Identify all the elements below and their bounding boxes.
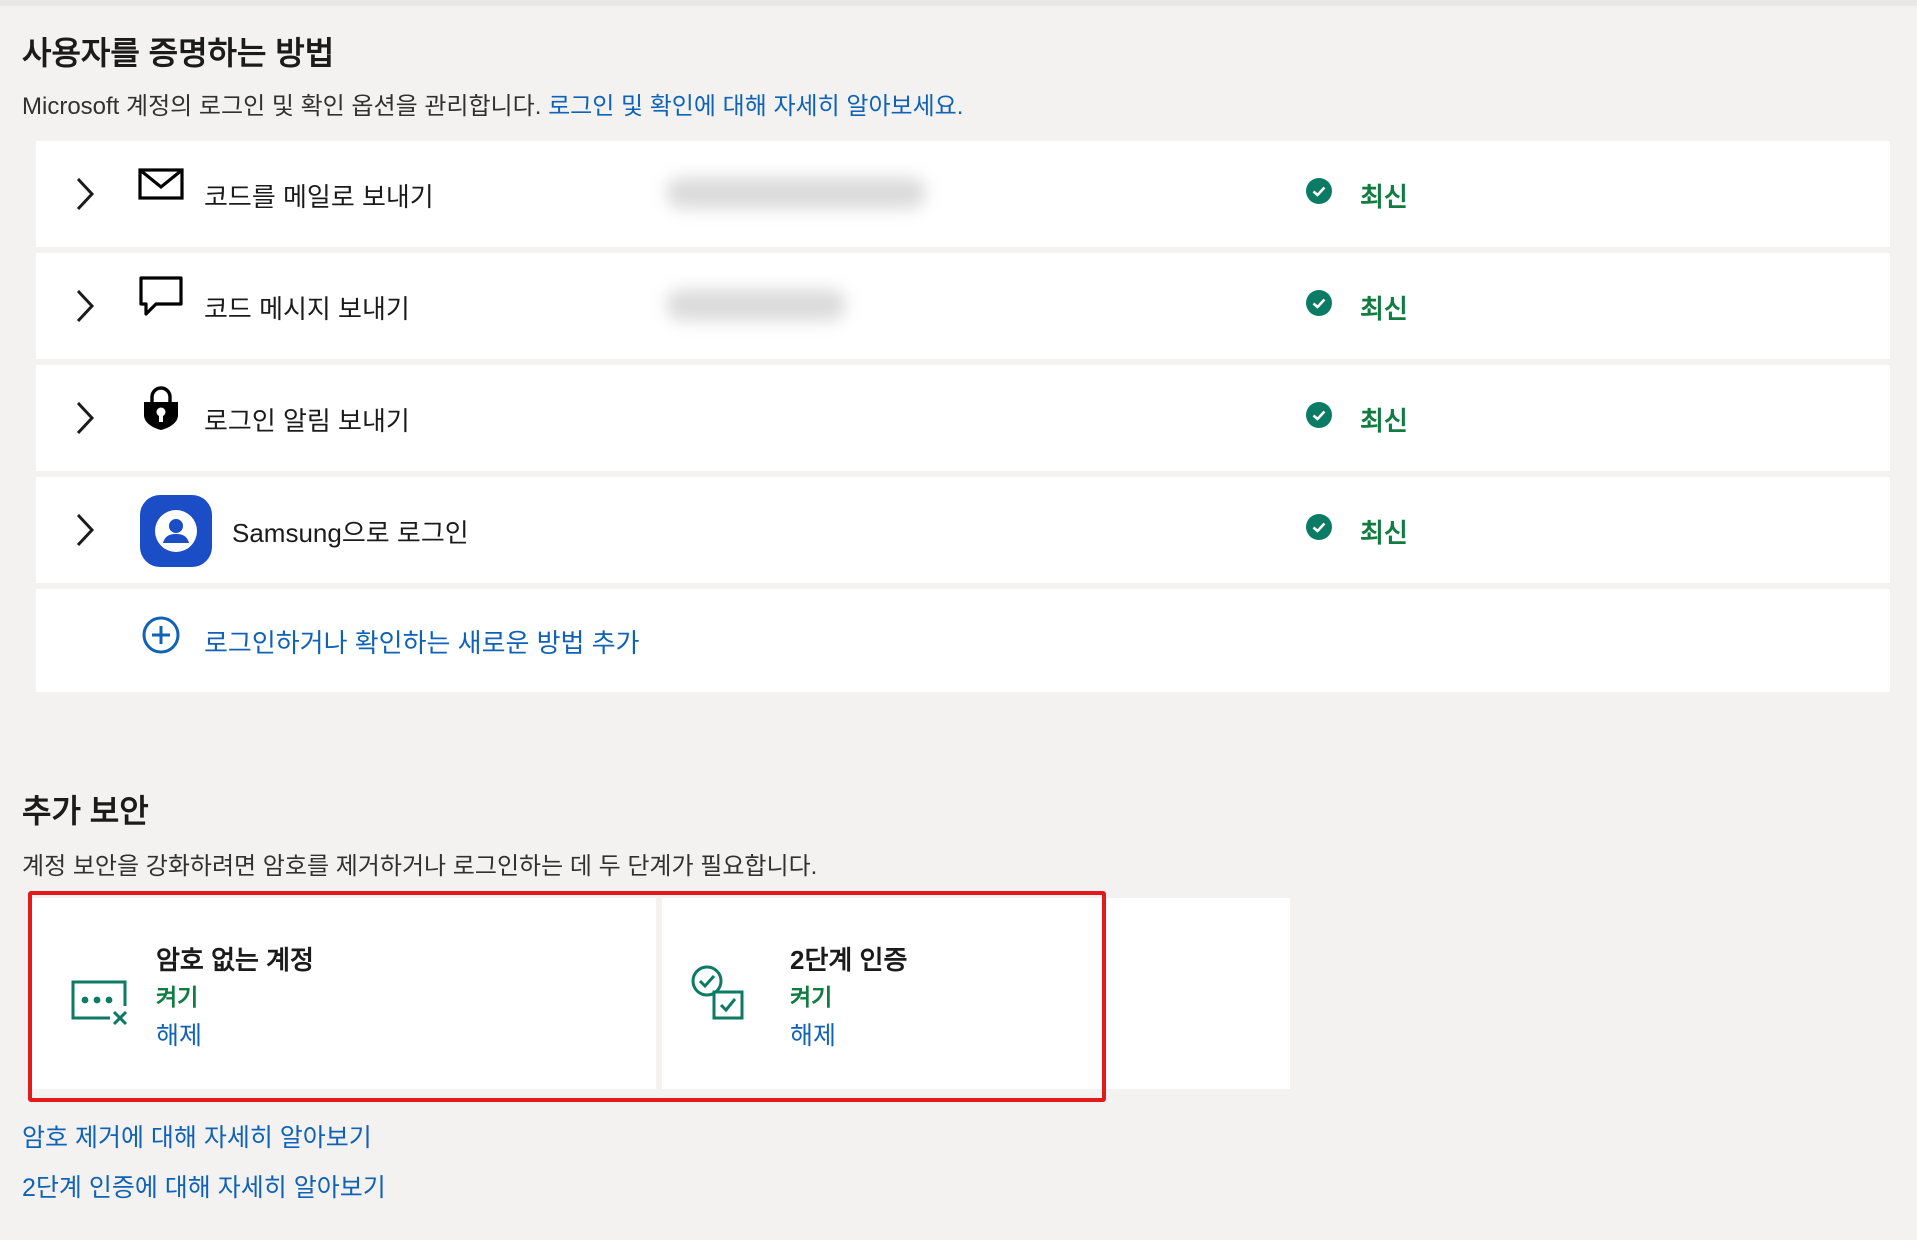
method-label-email: 코드를 메일로 보내기 bbox=[204, 182, 434, 212]
check-circle-icon bbox=[1306, 178, 1332, 204]
card-state-two-step-verification: 켜기 bbox=[790, 984, 833, 1010]
card-two-step-verification: 2단계 인증 켜기 해제 bbox=[662, 898, 1290, 1089]
chevron-right-icon[interactable] bbox=[72, 511, 96, 549]
method-row-sms[interactable]: 코드 메시지 보내기 최신 bbox=[36, 253, 1890, 359]
passwordless-icon bbox=[71, 980, 128, 1026]
add-circle-icon[interactable] bbox=[142, 616, 180, 654]
redacted-email bbox=[666, 177, 926, 209]
section-description-additional-security: 계정 보안을 강화하려면 암호를 제거하거나 로그인하는 데 두 단계가 필요합… bbox=[22, 853, 818, 880]
method-label-sms: 코드 메시지 보내기 bbox=[204, 294, 410, 324]
redacted-phone bbox=[666, 289, 846, 321]
mail-icon bbox=[138, 168, 184, 200]
method-status-email: 최신 bbox=[1360, 182, 1408, 212]
method-row-samsung[interactable]: Samsung으로 로그인 최신 bbox=[36, 477, 1890, 583]
check-circle-icon bbox=[1306, 402, 1332, 428]
chevron-right-icon[interactable] bbox=[72, 175, 96, 213]
card-title-passwordless: 암호 없는 계정 bbox=[156, 945, 314, 975]
check-circle-icon bbox=[1306, 514, 1332, 540]
section-title-additional-security: 추가 보안 bbox=[22, 793, 149, 829]
chevron-right-icon[interactable] bbox=[72, 287, 96, 325]
two-step-verification-icon bbox=[691, 965, 744, 1020]
lock-icon bbox=[144, 386, 178, 430]
top-border bbox=[0, 0, 1917, 6]
method-label-samsung: Samsung으로 로그인 bbox=[232, 518, 469, 548]
method-status-sms: 최신 bbox=[1360, 294, 1408, 324]
learn-more-passwordless-link[interactable]: 암호 제거에 대해 자세히 알아보기 bbox=[22, 1118, 372, 1154]
samsung-account-icon bbox=[140, 495, 212, 567]
card-title-two-step-verification: 2단계 인증 bbox=[790, 945, 908, 975]
method-row-email[interactable]: 코드를 메일로 보내기 최신 bbox=[36, 141, 1890, 247]
card-action-two-step-verification[interactable]: 해제 bbox=[790, 1016, 836, 1052]
chevron-right-icon[interactable] bbox=[72, 399, 96, 437]
card-state-passwordless: 켜기 bbox=[156, 984, 199, 1010]
method-status-samsung: 최신 bbox=[1360, 518, 1408, 548]
add-method-link[interactable]: 로그인하거나 확인하는 새로운 방법 추가 bbox=[204, 623, 640, 660]
proof-description-text: Microsoft 계정의 로그인 및 확인 옵션을 관리합니다. bbox=[22, 93, 542, 120]
method-label-signin-alert: 로그인 알림 보내기 bbox=[204, 406, 410, 436]
method-row-signin-alert[interactable]: 로그인 알림 보내기 최신 bbox=[36, 365, 1890, 471]
learn-more-signin-link[interactable]: 로그인 및 확인에 대해 자세히 알아보세요. bbox=[548, 93, 963, 120]
add-method-row: 로그인하거나 확인하는 새로운 방법 추가 bbox=[36, 589, 1890, 692]
card-action-passwordless[interactable]: 해제 bbox=[156, 1016, 202, 1052]
method-status-signin-alert: 최신 bbox=[1360, 406, 1408, 436]
learn-more-two-step-link[interactable]: 2단계 인증에 대해 자세히 알아보기 bbox=[22, 1168, 386, 1204]
section-title-proof: 사용자를 증명하는 방법 bbox=[22, 35, 335, 71]
message-icon bbox=[139, 276, 183, 316]
section-description-proof: Microsoft 계정의 로그인 및 확인 옵션을 관리합니다. 로그인 및 … bbox=[22, 86, 963, 121]
check-circle-icon bbox=[1306, 290, 1332, 316]
card-passwordless: 암호 없는 계정 켜기 해제 bbox=[32, 898, 656, 1089]
